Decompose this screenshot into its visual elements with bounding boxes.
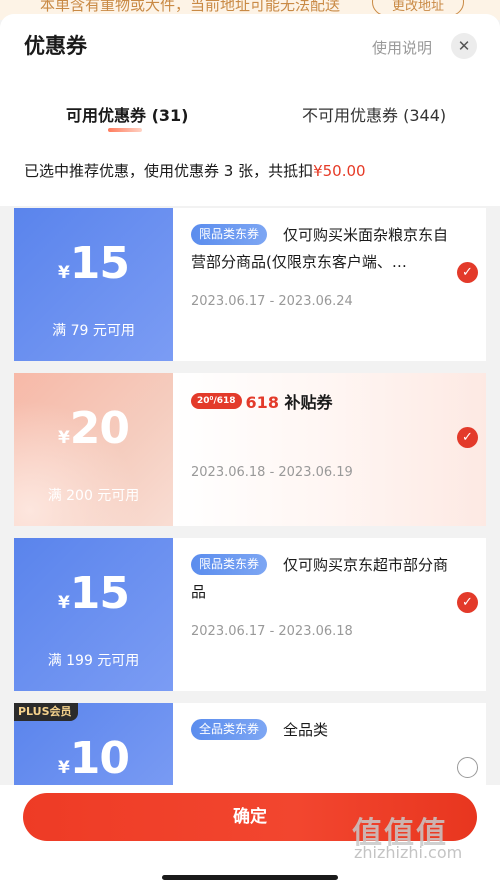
coupon-card[interactable]: ¥20 满 200 元可用 20⁰/618 618 补贴券 2023.06.18 … — [14, 373, 486, 526]
check-icon[interactable]: ✓ — [457, 262, 478, 283]
coupon-card[interactable]: ¥15 满 199 元可用 限品类东券 仅可购买京东超市部分商品 2023.06… — [14, 538, 486, 691]
usage-instructions-link[interactable]: 使用说明 — [372, 37, 432, 58]
coupon-body: 限品类东券 仅可购买米面杂粮京东自营部分商品(仅限京东客户端、… 2023.06… — [173, 208, 486, 361]
coupon-value: 15 — [69, 238, 130, 289]
brand-618-text: 618 — [245, 393, 279, 412]
coupon-description: 全品类 — [283, 721, 329, 739]
currency-symbol: ¥ — [57, 758, 70, 778]
active-tab-indicator — [108, 128, 142, 132]
coupon-threshold: 满 79 元可用 — [52, 323, 135, 339]
coupon-amount: ¥15 — [14, 238, 173, 289]
selection-summary: 已选中推荐优惠，使用优惠券 3 张，共抵扣¥50.00 — [24, 160, 366, 181]
background-banner-text: 本单含有重物或大件，当前地址可能无法配送 — [40, 0, 341, 14]
currency-symbol: ¥ — [57, 263, 70, 283]
subsidy-brand: 20⁰/618 618 补贴券 — [191, 389, 333, 412]
coupon-stub: ¥20 满 200 元可用 — [14, 373, 173, 526]
coupon-description: 仅可购买米面杂粮京东自营部分商品(仅限京东客户端、… — [191, 226, 449, 271]
coupon-amount: ¥15 — [14, 568, 173, 619]
coupon-threshold: 满 200 元可用 — [47, 488, 140, 504]
close-icon: ✕ — [457, 37, 471, 55]
home-indicator — [162, 875, 338, 880]
subsidy-coupon-title: 618 补贴券 — [246, 389, 333, 413]
tab-available-coupons[interactable]: 可用优惠券 (31) — [66, 102, 188, 126]
coupon-validity: 2023.06.17 - 2023.06.24 — [191, 294, 353, 309]
close-button[interactable]: ✕ — [451, 33, 477, 59]
summary-discount-amount: ¥50.00 — [313, 162, 366, 180]
check-icon[interactable]: ✓ — [457, 592, 478, 613]
618-logo: 20⁰/618 — [191, 393, 242, 409]
coupon-validity: 2023.06.18 - 2023.06.19 — [191, 465, 353, 480]
brand-label: 补贴券 — [284, 393, 333, 412]
coupon-body: 限品类东券 仅可购买京东超市部分商品 2023.06.17 - 2023.06.… — [173, 538, 486, 691]
coupon-amount: ¥10 — [14, 733, 173, 784]
coupon-value: 15 — [69, 568, 130, 619]
coupon-stub: ¥15 满 199 元可用 — [14, 538, 173, 691]
coupon-sheet: 优惠券 使用说明 ✕ 可用优惠券 (31) 不可用优惠券 (344) 已选中推荐… — [0, 14, 500, 892]
coupon-threshold: 满 199 元可用 — [47, 653, 140, 669]
unchecked-circle-icon[interactable]: ✓ — [457, 757, 478, 778]
coupon-value: 10 — [69, 733, 130, 784]
coupon-card[interactable]: ¥15 满 79 元可用 限品类东券 仅可购买米面杂粮京东自营部分商品(仅限京东… — [14, 208, 486, 361]
summary-text: 已选中推荐优惠，使用优惠券 3 张，共抵扣 — [24, 162, 314, 180]
currency-symbol: ¥ — [57, 593, 70, 613]
coupon-description: 仅可购买京东超市部分商品 — [191, 556, 449, 601]
tab-unavailable-coupons[interactable]: 不可用优惠券 (344) — [302, 102, 446, 126]
check-icon[interactable]: ✓ — [457, 427, 478, 448]
coupon-value: 20 — [69, 403, 130, 454]
watermark-url: zhizhizhi.com — [354, 843, 463, 862]
coupon-amount: ¥20 — [14, 403, 173, 454]
plus-member-badge: PLUS会员 — [14, 703, 78, 721]
coupon-stub: ¥15 满 79 元可用 — [14, 208, 173, 361]
currency-symbol: ¥ — [57, 428, 70, 448]
page-title: 优惠券 — [24, 34, 87, 58]
coupon-validity: 2023.06.17 - 2023.06.18 — [191, 624, 353, 639]
coupon-body: 20⁰/618 618 补贴券 2023.06.18 - 2023.06.19 ✓ — [173, 373, 486, 526]
